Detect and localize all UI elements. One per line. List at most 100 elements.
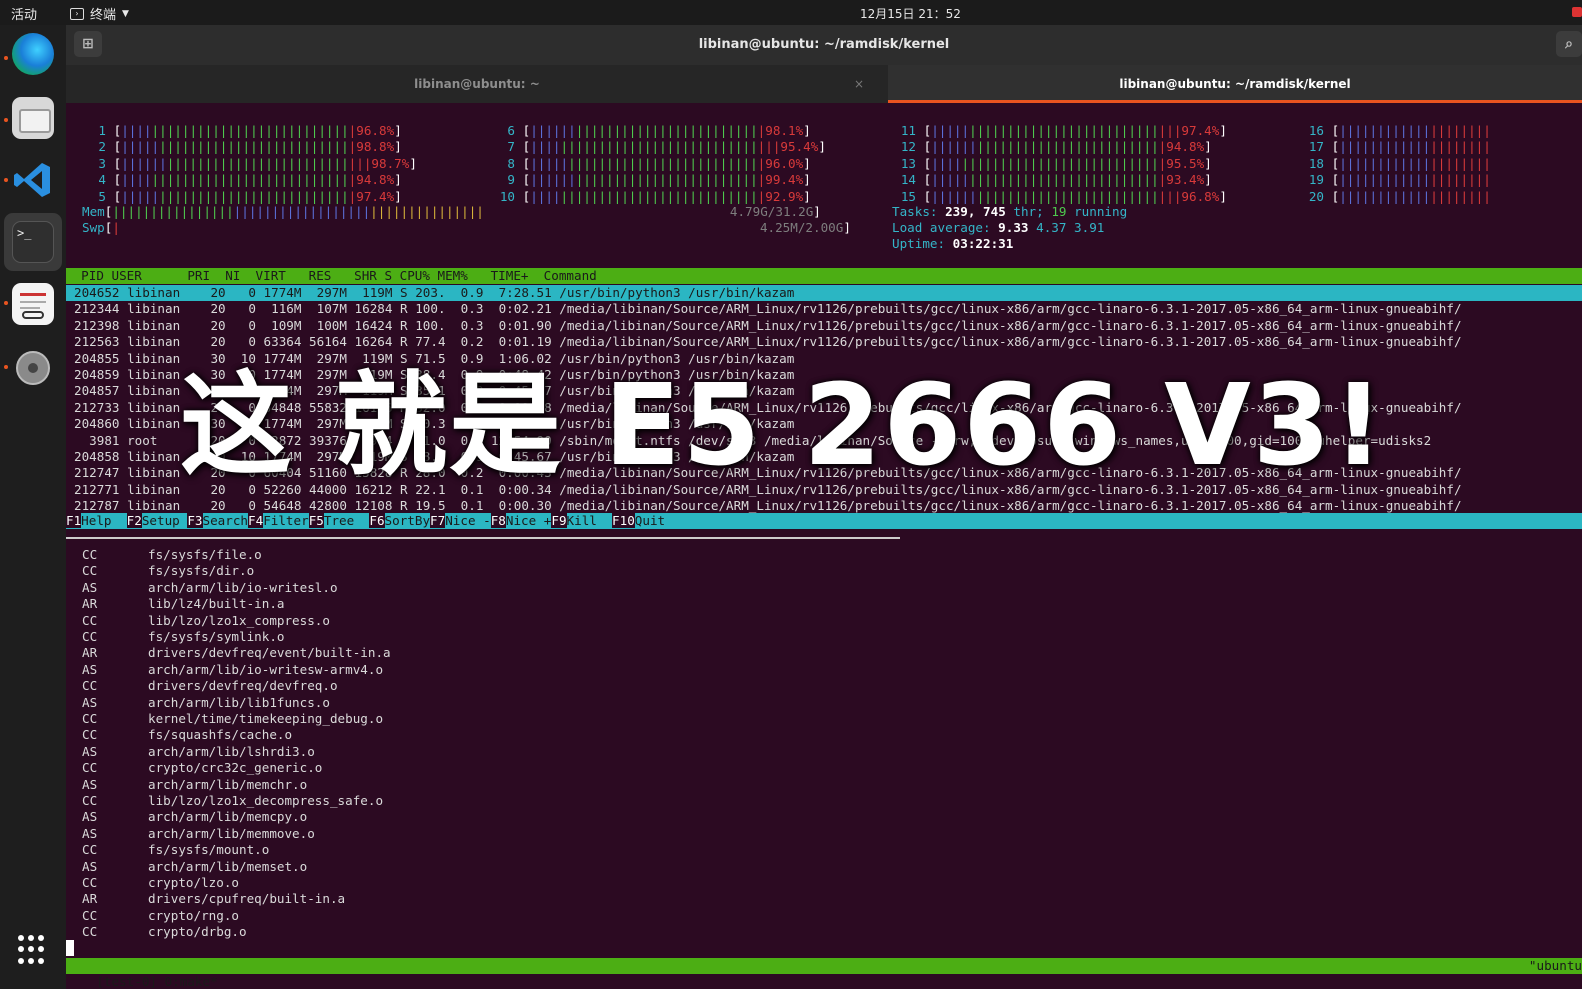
fkey-label[interactable]: Quit: [635, 513, 665, 528]
log-action: AS: [82, 694, 98, 710]
text-editor-icon[interactable]: [12, 283, 54, 325]
log-line: AS arch/arm/lib/lib1funcs.o: [82, 695, 330, 711]
cpu-percent: 99.4%: [765, 172, 804, 188]
disk-icon[interactable]: [12, 347, 54, 389]
fkey-f1[interactable]: F1: [66, 513, 82, 528]
cpu-number: 20: [1308, 188, 1324, 204]
log-action: AS: [82, 809, 98, 825]
fkey-label[interactable]: Help: [81, 513, 127, 528]
cpu-meter-5: 5 [|||||||||||||||||||||||||||||||97.4%]: [82, 188, 401, 205]
fkey-f7[interactable]: F7: [430, 513, 446, 528]
files-icon[interactable]: [12, 97, 54, 139]
tmux-host: "ubuntu: [1528, 958, 1582, 973]
cpu-meter-15: 15 [|||||||||||||||||||||||||||||||||96.…: [892, 189, 1227, 205]
search-icon[interactable]: ⌕: [1556, 31, 1582, 57]
app-menu[interactable]: › 终端 ▼: [70, 4, 129, 23]
log-target: fs/sysfs/file.o: [148, 547, 262, 562]
cpu-percent: 98.7%: [371, 155, 410, 171]
tmux-window-list[interactable]: [test-0] 0:make*: [96, 974, 217, 989]
log-target: drivers/cpufreq/built-in.a: [148, 891, 346, 907]
log-action: AS: [82, 776, 98, 792]
cpu-number: 14: [900, 172, 916, 188]
log-line: AS arch/arm/lib/io-writesw-armv4.o: [82, 662, 383, 678]
process-table-header[interactable]: PID USER PRI NI VIRT RES SHR S CPU% MEM%…: [66, 268, 1582, 284]
log-action: AR: [82, 891, 98, 907]
cpu-meter-10: 10 [|||||||||||||||||||||||||||||||92.9%…: [491, 189, 811, 205]
recording-indicator-icon[interactable]: [1572, 7, 1582, 17]
activities-button[interactable]: 活动: [11, 4, 37, 23]
cpu-number: 9: [507, 172, 515, 188]
edge-browser-icon[interactable]: [12, 33, 54, 75]
fkey-f3[interactable]: F3: [187, 513, 203, 528]
cpu-meter-2: 2 [|||||||||||||||||||||||||||||||98.8%]: [82, 139, 401, 155]
mem-meter: Mem[||||||||||||||||||||||||||||||||||||…: [82, 204, 821, 219]
table-row[interactable]: 212344 libinan 20 0 116M 107M 16284 R 10…: [74, 301, 1582, 317]
close-icon[interactable]: ×: [854, 65, 864, 103]
log-action: CC: [82, 907, 98, 923]
terminal-icon[interactable]: >_: [12, 221, 54, 263]
swap-meter: Swp[| 4.25M/2.00G]: [82, 220, 851, 235]
fkey-label[interactable]: Kill: [567, 513, 613, 528]
cpu-meter-13: 13 [|||||||||||||||||||||||||||||||95.5%…: [892, 156, 1212, 172]
log-line: CC crypto/lzo.o: [82, 875, 239, 891]
fkey-f5[interactable]: F5: [308, 513, 324, 528]
vscode-icon[interactable]: [12, 159, 54, 201]
log-line: AR drivers/cpufreq/built-in.a: [82, 891, 345, 907]
cpu-percent: 93.4%: [1166, 172, 1205, 188]
cpu-number: 3: [98, 155, 106, 171]
log-target: crypto/rng.o: [148, 907, 239, 923]
fkey-label[interactable]: Setup: [142, 513, 188, 528]
cpu-percent: 97.4%: [356, 188, 395, 204]
function-key-bar: F1Help F2Setup F3SearchF4FilterF5Tree F6…: [66, 513, 1582, 529]
log-line: CC crypto/drbg.o: [82, 924, 247, 940]
log-line: CC fs/squashfs/cache.o: [82, 727, 292, 743]
cpu-percent: 94.8%: [356, 172, 395, 188]
log-action: CC: [82, 793, 98, 808]
log-action: AS: [82, 579, 98, 595]
terminal-area[interactable]: 1 [|||||||||||||||||||||||||||||||96.8%]…: [66, 103, 1582, 989]
cpu-meter-1: 1 [|||||||||||||||||||||||||||||||96.8%]: [82, 123, 401, 139]
fkey-f9[interactable]: F9: [551, 513, 567, 528]
tab-kernel[interactable]: libinan@ubuntu: ~/ramdisk/kernel: [888, 65, 1582, 103]
table-row[interactable]: 204652 libinan 20 0 1774M 297M 119M S 20…: [66, 285, 1582, 302]
log-target: arch/arm/lib/lib1funcs.o: [148, 694, 330, 710]
fkey-f10[interactable]: F10: [612, 513, 635, 528]
fkey-label[interactable]: Search: [203, 513, 249, 528]
log-target: arch/arm/lib/memmove.o: [148, 825, 315, 841]
app-grid-icon[interactable]: [18, 935, 48, 965]
tab-home[interactable]: libinan@ubuntu: ~ ×: [66, 65, 888, 103]
fkey-f6[interactable]: F6: [369, 513, 385, 528]
fkey-f2[interactable]: F2: [126, 513, 142, 528]
fkey-label[interactable]: Tree: [324, 513, 370, 528]
fkey-label[interactable]: Filter: [263, 513, 309, 528]
fkey-label[interactable]: Nice -: [445, 513, 491, 528]
top-panel: 活动 › 终端 ▼ 12月15日 21：52: [0, 0, 1582, 25]
log-target: crypto/drbg.o: [148, 924, 247, 940]
table-row[interactable]: 212398 libinan 20 0 109M 100M 16424 R 10…: [74, 318, 1582, 334]
log-line: CC crypto/rng.o: [82, 908, 239, 924]
clock[interactable]: 12月15日 21：52: [860, 5, 961, 22]
cpu-number: 2: [98, 139, 106, 155]
fkey-f4[interactable]: F4: [248, 513, 264, 528]
fkey-f8[interactable]: F8: [490, 513, 506, 528]
log-action: AR: [82, 645, 98, 661]
tasks-info: Tasks: 239, 745 thr; 19 running: [892, 204, 1128, 219]
app-menu-label: 终端: [90, 8, 117, 23]
log-action: CC: [82, 924, 98, 940]
fkey-label[interactable]: SortBy: [385, 513, 431, 528]
cpu-meter-20: 20 [||||||||||||||||||||: [1300, 189, 1491, 205]
log-action: CC: [82, 842, 98, 858]
log-target: arch/arm/lib/memset.o: [148, 858, 308, 874]
log-target: arch/arm/lib/memchr.o: [148, 776, 308, 792]
tab-label: libinan@ubuntu: ~: [414, 77, 540, 91]
log-action: CC: [82, 711, 98, 726]
log-target: lib/lz4/built-in.a: [148, 596, 285, 612]
log-action: CC: [82, 727, 98, 743]
fkey-label[interactable]: Nice +: [506, 513, 552, 528]
cpu-meter-6: 6 [|||||||||||||||||||||||||||||||98.1%]: [491, 123, 810, 139]
log-target: lib/lzo/lzo1x_compress.o: [148, 612, 330, 628]
cpu-meter-12: 12 [|||||||||||||||||||||||||||||||94.8%…: [892, 139, 1212, 155]
cpu-number: 19: [1308, 172, 1324, 188]
running-dot: [4, 301, 8, 305]
cpu-meter-9: 9 [|||||||||||||||||||||||||||||||99.4%]: [491, 172, 810, 188]
